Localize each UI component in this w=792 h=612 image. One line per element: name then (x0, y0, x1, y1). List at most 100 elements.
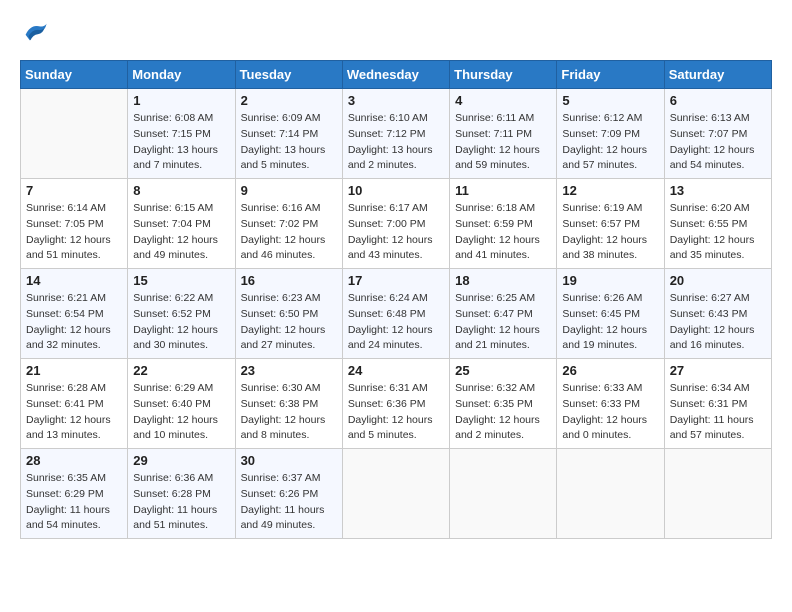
calendar-cell: 26 Sunrise: 6:33 AMSunset: 6:33 PMDayligh… (557, 359, 664, 449)
day-info: Sunrise: 6:30 AMSunset: 6:38 PMDaylight:… (241, 381, 337, 444)
calendar-cell: 5 Sunrise: 6:12 AMSunset: 7:09 PMDaylight… (557, 89, 664, 179)
day-info: Sunrise: 6:35 AMSunset: 6:29 PMDaylight:… (26, 471, 122, 534)
day-number: 1 (133, 93, 229, 108)
day-info: Sunrise: 6:16 AMSunset: 7:02 PMDaylight:… (241, 201, 337, 264)
day-info: Sunrise: 6:37 AMSunset: 6:26 PMDaylight:… (241, 471, 337, 534)
calendar-cell: 15 Sunrise: 6:22 AMSunset: 6:52 PMDayligh… (128, 269, 235, 359)
weekday-header-tuesday: Tuesday (235, 61, 342, 89)
day-number: 30 (241, 453, 337, 468)
day-number: 25 (455, 363, 551, 378)
calendar-cell (664, 449, 771, 539)
calendar-cell: 25Sunrise: 6:32 AMSunset: 6:35 PMDayligh… (450, 359, 557, 449)
day-info: Sunrise: 6:12 AMSunset: 7:09 PMDaylight:… (562, 111, 658, 174)
day-info: Sunrise: 6:08 AMSunset: 7:15 PMDaylight:… (133, 111, 229, 174)
logo-bird-icon (20, 20, 48, 44)
calendar-cell: 24 Sunrise: 6:31 AMSunset: 6:36 PMDayligh… (342, 359, 449, 449)
calendar-week-row: 21Sunrise: 6:28 AMSunset: 6:41 PMDayligh… (21, 359, 772, 449)
day-info: Sunrise: 6:23 AMSunset: 6:50 PMDaylight:… (241, 291, 337, 354)
calendar-cell: 23 Sunrise: 6:30 AMSunset: 6:38 PMDayligh… (235, 359, 342, 449)
day-info: Sunrise: 6:20 AMSunset: 6:55 PMDaylight:… (670, 201, 766, 264)
weekday-header-saturday: Saturday (664, 61, 771, 89)
calendar-cell: 2 Sunrise: 6:09 AMSunset: 7:14 PMDaylight… (235, 89, 342, 179)
day-number: 14 (26, 273, 122, 288)
calendar-cell: 13Sunrise: 6:20 AMSunset: 6:55 PMDayligh… (664, 179, 771, 269)
calendar-cell: 12Sunrise: 6:19 AMSunset: 6:57 PMDayligh… (557, 179, 664, 269)
day-info: Sunrise: 6:21 AMSunset: 6:54 PMDaylight:… (26, 291, 122, 354)
weekday-header-sunday: Sunday (21, 61, 128, 89)
day-info: Sunrise: 6:14 AMSunset: 7:05 PMDaylight:… (26, 201, 122, 264)
calendar-cell: 18 Sunrise: 6:25 AMSunset: 6:47 PMDayligh… (450, 269, 557, 359)
day-number: 19 (562, 273, 658, 288)
weekday-header-row: SundayMondayTuesdayWednesdayThursdayFrid… (21, 61, 772, 89)
day-number: 7 (26, 183, 122, 198)
calendar-week-row: 14 Sunrise: 6:21 AMSunset: 6:54 PMDayligh… (21, 269, 772, 359)
calendar-cell (342, 449, 449, 539)
calendar-cell: 1 Sunrise: 6:08 AMSunset: 7:15 PMDaylight… (128, 89, 235, 179)
day-info: Sunrise: 6:25 AMSunset: 6:47 PMDaylight:… (455, 291, 551, 354)
day-info: Sunrise: 6:36 AMSunset: 6:28 PMDaylight:… (133, 471, 229, 534)
day-number: 21 (26, 363, 122, 378)
day-info: Sunrise: 6:24 AMSunset: 6:48 PMDaylight:… (348, 291, 444, 354)
day-number: 8 (133, 183, 229, 198)
day-info: Sunrise: 6:13 AMSunset: 7:07 PMDaylight:… (670, 111, 766, 174)
day-info: Sunrise: 6:18 AMSunset: 6:59 PMDaylight:… (455, 201, 551, 264)
day-info: Sunrise: 6:27 AMSunset: 6:43 PMDaylight:… (670, 291, 766, 354)
day-number: 22 (133, 363, 229, 378)
day-number: 24 (348, 363, 444, 378)
calendar-cell: 29 Sunrise: 6:36 AMSunset: 6:28 PMDayligh… (128, 449, 235, 539)
day-info: Sunrise: 6:34 AMSunset: 6:31 PMDaylight:… (670, 381, 766, 444)
day-info: Sunrise: 6:22 AMSunset: 6:52 PMDaylight:… (133, 291, 229, 354)
day-number: 4 (455, 93, 551, 108)
calendar-cell: 4 Sunrise: 6:11 AMSunset: 7:11 PMDaylight… (450, 89, 557, 179)
calendar-week-row: 1 Sunrise: 6:08 AMSunset: 7:15 PMDaylight… (21, 89, 772, 179)
day-number: 12 (562, 183, 658, 198)
day-info: Sunrise: 6:31 AMSunset: 6:36 PMDaylight:… (348, 381, 444, 444)
day-info: Sunrise: 6:15 AMSunset: 7:04 PMDaylight:… (133, 201, 229, 264)
day-number: 3 (348, 93, 444, 108)
calendar-cell: 10Sunrise: 6:17 AMSunset: 7:00 PMDayligh… (342, 179, 449, 269)
calendar-cell: 6 Sunrise: 6:13 AMSunset: 7:07 PMDaylight… (664, 89, 771, 179)
calendar-cell (557, 449, 664, 539)
day-info: Sunrise: 6:26 AMSunset: 6:45 PMDaylight:… (562, 291, 658, 354)
calendar-cell: 9 Sunrise: 6:16 AMSunset: 7:02 PMDaylight… (235, 179, 342, 269)
calendar-cell: 28Sunrise: 6:35 AMSunset: 6:29 PMDayligh… (21, 449, 128, 539)
weekday-header-friday: Friday (557, 61, 664, 89)
day-info: Sunrise: 6:10 AMSunset: 7:12 PMDaylight:… (348, 111, 444, 174)
day-number: 20 (670, 273, 766, 288)
day-number: 15 (133, 273, 229, 288)
day-number: 6 (670, 93, 766, 108)
day-number: 27 (670, 363, 766, 378)
day-number: 9 (241, 183, 337, 198)
day-number: 17 (348, 273, 444, 288)
calendar-week-row: 7 Sunrise: 6:14 AMSunset: 7:05 PMDaylight… (21, 179, 772, 269)
day-number: 10 (348, 183, 444, 198)
calendar-cell: 11Sunrise: 6:18 AMSunset: 6:59 PMDayligh… (450, 179, 557, 269)
calendar-cell: 16 Sunrise: 6:23 AMSunset: 6:50 PMDayligh… (235, 269, 342, 359)
calendar-cell: 19 Sunrise: 6:26 AMSunset: 6:45 PMDayligh… (557, 269, 664, 359)
day-number: 23 (241, 363, 337, 378)
calendar-cell (450, 449, 557, 539)
day-info: Sunrise: 6:29 AMSunset: 6:40 PMDaylight:… (133, 381, 229, 444)
day-info: Sunrise: 6:09 AMSunset: 7:14 PMDaylight:… (241, 111, 337, 174)
calendar-table: SundayMondayTuesdayWednesdayThursdayFrid… (20, 60, 772, 539)
calendar-cell: 22 Sunrise: 6:29 AMSunset: 6:40 PMDayligh… (128, 359, 235, 449)
day-number: 26 (562, 363, 658, 378)
day-number: 18 (455, 273, 551, 288)
day-number: 16 (241, 273, 337, 288)
day-info: Sunrise: 6:33 AMSunset: 6:33 PMDaylight:… (562, 381, 658, 444)
calendar-cell: 20 Sunrise: 6:27 AMSunset: 6:43 PMDayligh… (664, 269, 771, 359)
page-header (20, 20, 772, 44)
weekday-header-thursday: Thursday (450, 61, 557, 89)
calendar-cell: 14 Sunrise: 6:21 AMSunset: 6:54 PMDayligh… (21, 269, 128, 359)
calendar-cell: 3 Sunrise: 6:10 AMSunset: 7:12 PMDaylight… (342, 89, 449, 179)
day-info: Sunrise: 6:11 AMSunset: 7:11 PMDaylight:… (455, 111, 551, 174)
day-number: 2 (241, 93, 337, 108)
weekday-header-monday: Monday (128, 61, 235, 89)
calendar-cell: 27 Sunrise: 6:34 AMSunset: 6:31 PMDayligh… (664, 359, 771, 449)
weekday-header-wednesday: Wednesday (342, 61, 449, 89)
calendar-cell (21, 89, 128, 179)
day-number: 29 (133, 453, 229, 468)
day-number: 5 (562, 93, 658, 108)
calendar-cell: 8 Sunrise: 6:15 AMSunset: 7:04 PMDaylight… (128, 179, 235, 269)
logo (20, 20, 52, 44)
